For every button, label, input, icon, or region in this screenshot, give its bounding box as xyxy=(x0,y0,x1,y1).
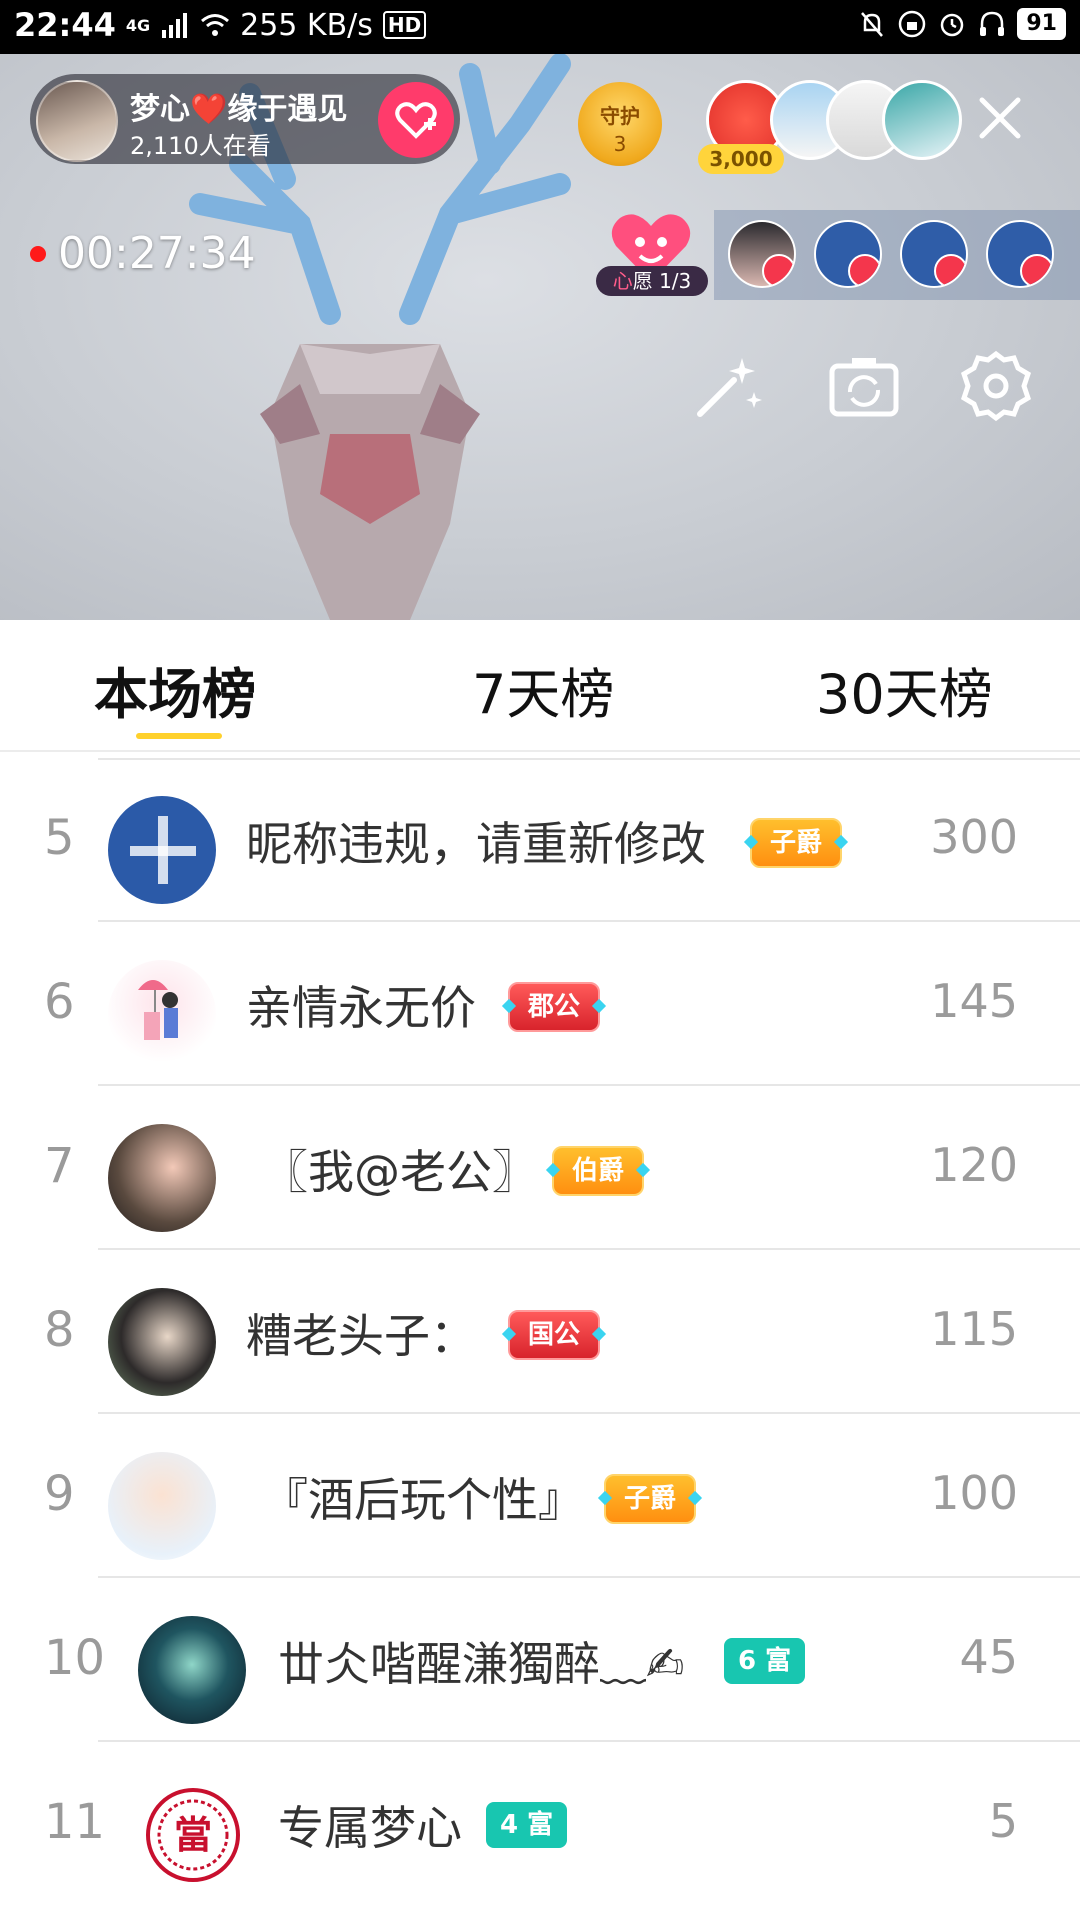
user-name: 亲情永无价 xyxy=(246,981,476,1035)
network-speed: 255 KB/s xyxy=(240,7,373,43)
avatar-image: 當 xyxy=(157,1799,229,1871)
audience-seat[interactable] xyxy=(814,220,882,288)
user-avatar[interactable] xyxy=(108,1452,216,1560)
live-video[interactable]: 梦心❤️缘于遇见 2,110人在看 守护 3 3,000 00:27:34 心愿… xyxy=(0,54,1080,620)
contribution-score: 45 xyxy=(959,1630,1018,1684)
audience-seat-bar[interactable] xyxy=(714,210,1080,300)
status-bar: 22:44 4G 255 KB/s HD 91 xyxy=(0,0,1080,54)
tab-30-days[interactable]: 30天榜 xyxy=(816,650,993,729)
camera-switch-icon[interactable] xyxy=(826,348,902,424)
audience-seat[interactable] xyxy=(900,220,968,288)
wealth-level-badge: 4 富 xyxy=(486,1802,568,1848)
close-icon[interactable] xyxy=(976,94,1024,142)
signal-icon xyxy=(162,13,188,38)
contribution-score: 145 xyxy=(930,974,1018,1028)
host-name: 梦心❤️缘于遇见 xyxy=(130,92,348,127)
clock: 22:44 xyxy=(14,6,116,44)
contribution-score: 115 xyxy=(930,1302,1018,1356)
guard-badge[interactable]: 守护 3 xyxy=(578,82,662,166)
avatar-image xyxy=(130,816,196,884)
user-name: 〖我@老公〗 xyxy=(262,1145,538,1199)
user-name: 糟老头子： xyxy=(246,1309,476,1363)
rank-number: 7 xyxy=(44,1138,75,1194)
rank-number: 10 xyxy=(44,1630,106,1686)
heart-plus-icon xyxy=(395,102,437,139)
rank-number: 5 xyxy=(44,810,75,866)
avatar-image xyxy=(138,980,178,1040)
user-name: 昵称违规，请重新修改 xyxy=(246,817,706,871)
wish-text: 愿 1/3 xyxy=(632,269,692,293)
noble-badge: 子爵 xyxy=(604,1474,697,1524)
noble-badge: 伯爵 xyxy=(552,1146,645,1196)
ranking-row[interactable]: 8 糟老头子： 国公 115 xyxy=(0,1250,1080,1414)
settings-gear-icon[interactable] xyxy=(958,348,1034,424)
user-name: 丗仌喈醒溓獨醉﹏✍ xyxy=(278,1637,685,1691)
hd-icon: HD xyxy=(382,11,427,39)
record-dot-icon xyxy=(30,245,46,262)
follow-button[interactable] xyxy=(378,82,454,158)
bell-muted-icon xyxy=(861,12,884,37)
noble-badge: 子爵 xyxy=(750,818,843,868)
ranking-row[interactable]: 10 丗仌喈醒溓獨醉﹏✍ 6 富 45 xyxy=(0,1578,1080,1742)
seat-icon xyxy=(1020,254,1052,286)
recording-indicator: 00:27:34 xyxy=(30,228,256,279)
ranking-row[interactable]: 7 〖我@老公〗 伯爵 120 xyxy=(0,1086,1080,1250)
host-avatar[interactable] xyxy=(36,80,118,162)
ranking-tabs: 本场榜 7天榜 30天榜 xyxy=(0,620,1080,752)
wish-prefix: 心 xyxy=(612,269,633,293)
status-left: 22:44 4G 255 KB/s HD xyxy=(14,6,427,44)
user-avatar[interactable]: 當 xyxy=(146,1788,240,1882)
ranking-row[interactable]: 11 當 专属梦心 4 富 5 xyxy=(0,1742,1080,1906)
audience-seat[interactable] xyxy=(728,220,796,288)
rank-number: 6 xyxy=(44,974,75,1030)
coin-count-badge: 3,000 xyxy=(698,144,784,174)
contribution-score: 5 xyxy=(988,1794,1018,1848)
status-right: 91 xyxy=(857,8,1066,40)
contribution-score: 120 xyxy=(930,1138,1018,1192)
live-duration: 00:27:34 xyxy=(58,228,256,279)
seat-icon xyxy=(934,254,966,286)
wish-progress-badge[interactable]: 心愿 1/3 xyxy=(596,266,708,296)
alarm-icon xyxy=(941,13,964,37)
lock-rotation-icon xyxy=(899,10,926,38)
audience-seat[interactable] xyxy=(986,220,1054,288)
ranking-row[interactable]: 6 亲情永无价 郡公 145 xyxy=(0,922,1080,1086)
magic-wand-icon[interactable] xyxy=(690,348,766,424)
viewer-count: 2,110人在看 xyxy=(130,132,271,160)
contribution-score: 100 xyxy=(930,1466,1018,1520)
contribution-score: 300 xyxy=(930,810,1018,864)
wealth-level-badge: 6 富 xyxy=(724,1638,806,1684)
tab-7-days[interactable]: 7天榜 xyxy=(472,650,614,729)
ranking-row[interactable]: 5 昵称违规，请重新修改 子爵 300 xyxy=(0,758,1080,922)
rank-number: 9 xyxy=(44,1466,75,1522)
guard-label: 守护 xyxy=(600,104,640,128)
user-avatar[interactable] xyxy=(108,1124,216,1232)
user-avatar[interactable] xyxy=(108,1288,216,1396)
user-name: 专属梦心 xyxy=(278,1801,462,1855)
host-info-pill[interactable]: 梦心❤️缘于遇见 2,110人在看 xyxy=(30,74,460,164)
user-avatar[interactable] xyxy=(138,1616,246,1724)
noble-badge: 郡公 xyxy=(508,982,601,1032)
battery-indicator: 91 xyxy=(1017,8,1066,40)
tab-this-session[interactable]: 本场榜 xyxy=(94,650,256,729)
noble-badge: 国公 xyxy=(508,1310,601,1360)
svg-text:當: 當 xyxy=(174,1812,212,1857)
wifi-icon xyxy=(201,14,230,36)
ranking-row[interactable]: 9 『酒后玩个性』 子爵 100 xyxy=(0,1414,1080,1578)
headphones-icon xyxy=(980,11,1005,36)
seat-icon xyxy=(762,254,794,286)
rank-number: 11 xyxy=(44,1794,106,1850)
user-avatar[interactable] xyxy=(108,796,216,904)
rank-number: 8 xyxy=(44,1302,75,1358)
user-avatar[interactable] xyxy=(108,960,216,1068)
network-type: 4G xyxy=(125,15,151,35)
guard-count: 3 xyxy=(613,132,627,156)
user-name: 『酒后玩个性』 xyxy=(262,1473,584,1527)
contributor-avatar[interactable] xyxy=(882,80,962,160)
active-tab-indicator xyxy=(136,733,222,739)
seat-icon xyxy=(848,254,880,286)
